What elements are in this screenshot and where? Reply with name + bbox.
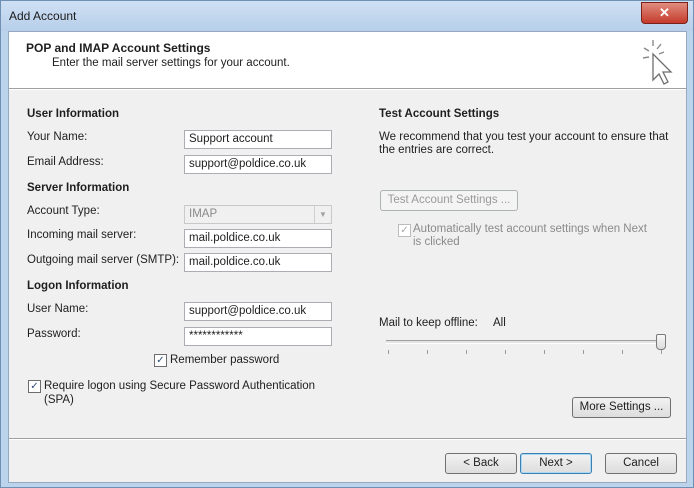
more-settings-button[interactable]: More Settings ... (572, 397, 671, 418)
checkmark-icon: ✓ (400, 225, 409, 236)
test-settings-desc-line2: the entries are correct. (379, 144, 495, 156)
auto-test-label-line2: is clicked (413, 236, 460, 248)
auto-test-label-line1: Automatically test account settings when… (413, 223, 647, 235)
close-icon: ✕ (659, 5, 670, 20)
server-info-heading: Server Information (27, 182, 130, 194)
dialog-client-area: POP and IMAP Account Settings Enter the … (8, 31, 687, 483)
add-account-window: Add Account ✕ POP and IMAP Account Setti… (0, 0, 694, 488)
spa-label-line1[interactable]: Require logon using Secure Password Auth… (44, 380, 315, 392)
footer-divider (9, 438, 686, 440)
mail-offline-label: Mail to keep offline: (379, 317, 478, 329)
chevron-down-icon: ▼ (314, 206, 331, 223)
slider-tick (622, 350, 623, 354)
password-label: Password: (27, 328, 81, 340)
user-name-input[interactable]: support@poldice.co.uk (184, 302, 332, 321)
mail-offline-value: All (493, 317, 506, 329)
slider-tick (388, 350, 389, 354)
test-settings-heading: Test Account Settings (379, 108, 500, 120)
dialog-header: POP and IMAP Account Settings Enter the … (9, 32, 686, 88)
offline-slider-track[interactable] (386, 340, 665, 344)
next-button[interactable]: Next > (520, 453, 592, 474)
incoming-server-label: Incoming mail server: (27, 229, 137, 241)
slider-tick (427, 350, 428, 354)
offline-slider-thumb[interactable] (656, 334, 666, 350)
email-address-input[interactable]: support@poldice.co.uk (184, 155, 332, 174)
page-title: POP and IMAP Account Settings (26, 41, 211, 55)
spa-label-line2[interactable]: (SPA) (44, 394, 74, 406)
remember-password-checkbox[interactable]: ✓ (154, 354, 167, 367)
spa-checkbox[interactable]: ✓ (28, 380, 41, 393)
page-subtitle: Enter the mail server settings for your … (52, 57, 290, 69)
user-info-heading: User Information (27, 108, 120, 120)
checkmark-icon: ✓ (156, 355, 165, 366)
account-type-value: IMAP (189, 208, 218, 220)
slider-tick (466, 350, 467, 354)
incoming-server-input[interactable]: mail.poldice.co.uk (184, 229, 332, 248)
logon-info-heading: Logon Information (27, 280, 129, 292)
account-type-select: IMAP ▼ (184, 205, 332, 224)
slider-tick (505, 350, 506, 354)
account-type-label: Account Type: (27, 205, 100, 217)
test-settings-desc-line1: We recommend that you test your account … (379, 131, 669, 143)
back-button[interactable]: < Back (445, 453, 517, 474)
slider-tick (544, 350, 545, 354)
slider-tick (661, 350, 662, 354)
your-name-input[interactable]: Support account (184, 130, 332, 149)
slider-tick (583, 350, 584, 354)
remember-password-label[interactable]: Remember password (170, 354, 279, 366)
header-divider (9, 88, 686, 90)
close-button[interactable]: ✕ (641, 2, 688, 24)
your-name-label: Your Name: (27, 131, 88, 143)
checkmark-icon: ✓ (30, 381, 39, 392)
password-input[interactable]: ************ (184, 327, 332, 346)
email-address-label: Email Address: (27, 156, 104, 168)
outgoing-server-input[interactable]: mail.poldice.co.uk (184, 253, 332, 272)
cancel-button[interactable]: Cancel (605, 453, 677, 474)
title-bar[interactable]: Add Account ✕ (1, 1, 693, 31)
auto-test-checkbox[interactable]: ✓ (398, 224, 411, 237)
test-account-settings-button[interactable]: Test Account Settings ... (380, 190, 518, 211)
outgoing-server-label: Outgoing mail server (SMTP): (27, 254, 180, 266)
cursor-click-icon (642, 40, 673, 85)
window-title: Add Account (9, 9, 77, 23)
user-name-label: User Name: (27, 303, 89, 315)
